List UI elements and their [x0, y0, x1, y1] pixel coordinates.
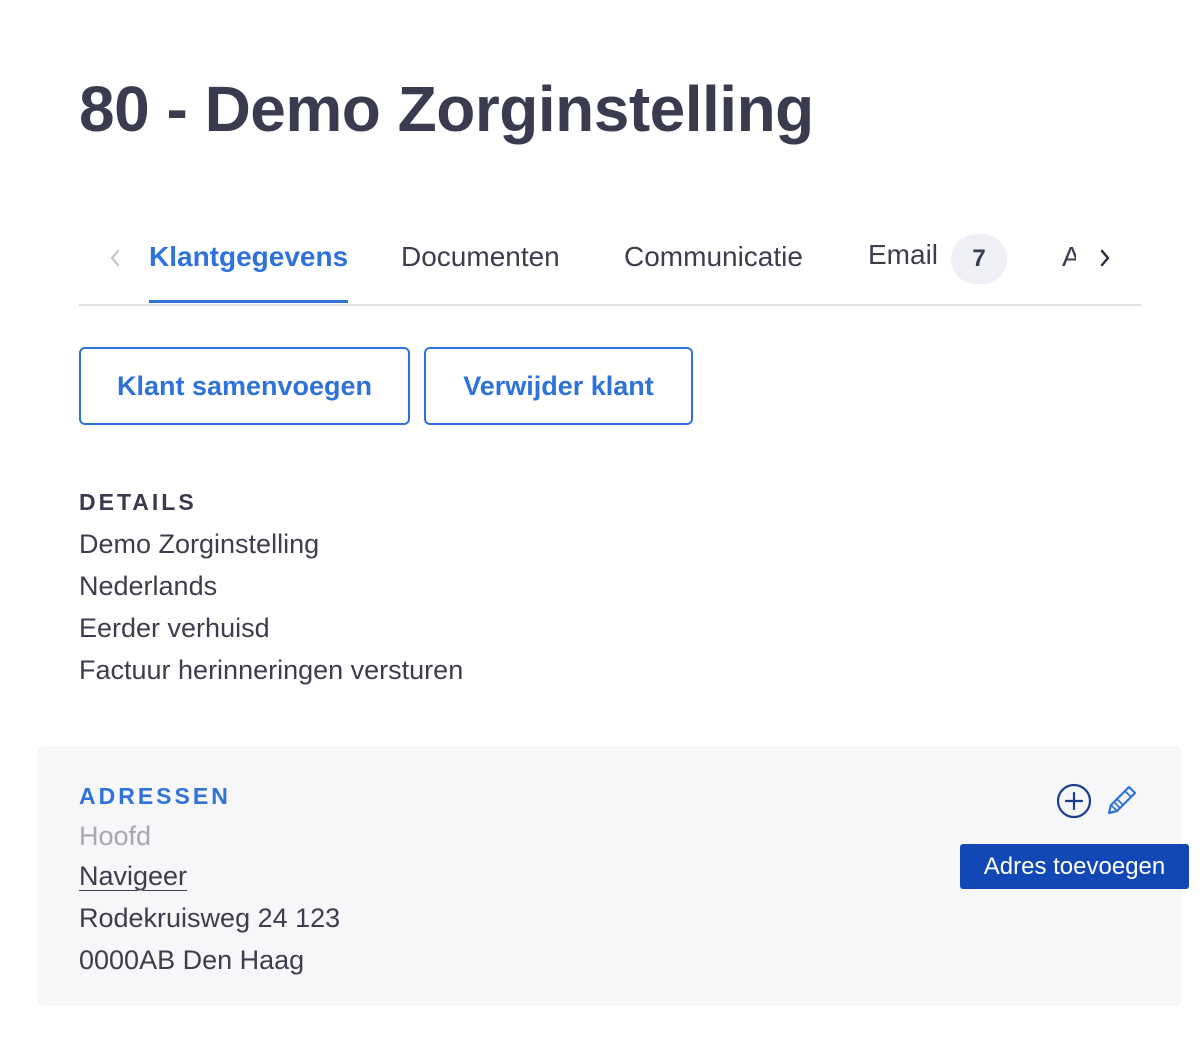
chevron-right-icon — [1100, 249, 1110, 267]
tab-documenten[interactable]: Documenten — [401, 241, 560, 273]
detail-line-moved: Eerder verhuisd — [79, 613, 270, 643]
detail-line-reminders: Factuur herinneringen versturen — [79, 655, 464, 685]
tabs-next-button[interactable] — [1091, 244, 1119, 272]
detail-line-language: Nederlands — [79, 571, 218, 601]
customer-page: 80 - Demo Zorginstelling Klantgegevens D… — [0, 0, 1200, 1059]
delete-customer-button[interactable]: Verwijder klant — [424, 347, 693, 425]
addresses-heading: ADRESSEN — [79, 783, 231, 809]
edit-address-button[interactable] — [1102, 780, 1142, 820]
tab-email[interactable]: Email — [868, 239, 938, 271]
plus-circle-icon — [1056, 783, 1092, 819]
addresses-panel: ADRESSEN Hoofd Navigeer Rodekruisweg 24 … — [38, 746, 1189, 1006]
add-address-tooltip: Adres toevoegen — [960, 844, 1189, 889]
address-postal-city: 0000AB Den Haag — [79, 945, 305, 975]
merge-customer-button[interactable]: Klant samenvoegen — [79, 347, 410, 425]
chevron-left-icon — [110, 249, 120, 267]
tabs-prev-button[interactable] — [101, 244, 129, 272]
navigate-link[interactable]: Navigeer — [79, 861, 187, 892]
details-heading: DETAILS — [79, 489, 197, 515]
page-title: 80 - Demo Zorginstelling — [79, 73, 814, 145]
add-address-button[interactable] — [1054, 781, 1094, 821]
tab-communicatie[interactable]: Communicatie — [624, 241, 803, 273]
address-type: Hoofd — [79, 821, 152, 851]
pencil-icon — [1107, 785, 1137, 815]
tab-klantgegevens[interactable]: Klantgegevens — [149, 241, 349, 303]
detail-line-name: Demo Zorginstelling — [79, 529, 320, 559]
address-street: Rodekruisweg 24 123 — [79, 903, 341, 933]
email-count-badge: 7 — [951, 234, 1007, 284]
tab-clipped[interactable]: A — [1062, 241, 1076, 273]
tab-bar: Klantgegevens Documenten Communicatie Em… — [79, 226, 1141, 306]
